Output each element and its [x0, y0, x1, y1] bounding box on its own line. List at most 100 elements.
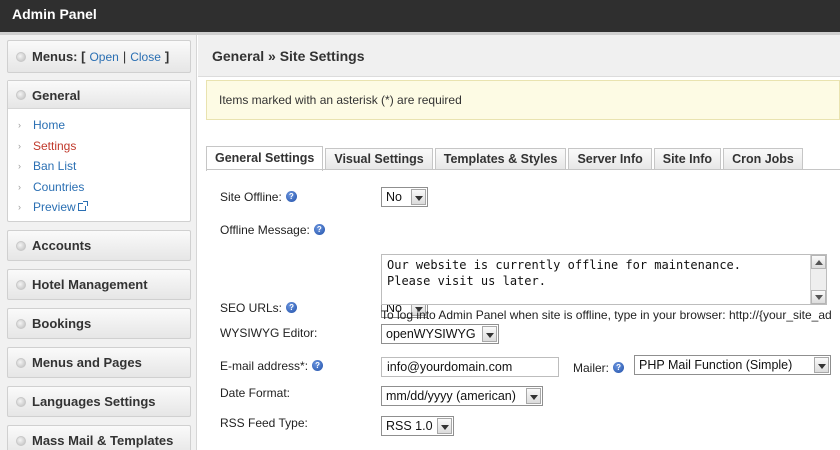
select-value: RSS 1.0 [386, 419, 433, 433]
page-header: General » Site Settings [198, 35, 840, 77]
help-icon[interactable]: ? [285, 191, 297, 202]
general-header[interactable]: General [8, 81, 190, 109]
chevron-down-icon [437, 418, 452, 434]
section-title: Accounts [32, 238, 92, 253]
sidebar-item-label[interactable]: Countries [33, 180, 84, 194]
bullet-icon [16, 51, 26, 62]
sidebar-section-hotel-management[interactable]: Hotel Management [7, 269, 191, 300]
label-text: E-mail address [220, 359, 301, 373]
label-text: SEO URLs: [220, 301, 283, 315]
sidebar-item-settings[interactable]: › Settings [16, 136, 86, 157]
bullet-icon [16, 435, 26, 446]
arrow-icon: › [18, 120, 21, 130]
scroll-up-icon[interactable] [811, 255, 826, 269]
sidebar-item-preview[interactable]: › Preview [16, 197, 88, 218]
sidebar-section-languages-settings[interactable]: Languages Settings [7, 386, 191, 417]
menus-end: ] [164, 49, 170, 64]
tab-visual-settings[interactable]: Visual Settings [325, 148, 433, 170]
textarea-scrollbar[interactable] [810, 255, 826, 304]
sidebar-section-menus-and-pages[interactable]: Menus and Pages [7, 347, 191, 378]
section-title: Mass Mail & Templates [32, 433, 174, 448]
app-title-bar: Admin Panel [0, 0, 840, 32]
menus-open-link[interactable]: Open [89, 50, 118, 64]
chevron-down-icon [526, 388, 541, 404]
chevron-down-icon [482, 326, 497, 342]
section-title: Bookings [32, 316, 92, 331]
sidebar-item-countries[interactable]: › Countries [16, 177, 86, 198]
email-field[interactable]: info@yourdomain.com [381, 357, 559, 377]
arrow-icon: › [18, 161, 21, 171]
textarea-value: Our website is currently offline for mai… [387, 258, 742, 288]
required-notice: Items marked with an asterisk (*) are re… [206, 80, 840, 120]
help-icon[interactable]: ? [313, 224, 325, 235]
menus-separator: | [122, 49, 127, 64]
menus-close-link[interactable]: Close [130, 50, 161, 64]
seo-urls-label: SEO URLs:? [220, 301, 298, 315]
sidebar-section-bookings[interactable]: Bookings [7, 308, 191, 339]
section-title: Languages Settings [32, 394, 156, 409]
email-label: E-mail address*:? [220, 359, 324, 373]
section-title: Hotel Management [32, 277, 148, 292]
mailer-label: Mailer:? [573, 361, 625, 375]
wysiwyg-select[interactable]: openWYSIWYG [381, 324, 499, 344]
external-link-icon [77, 201, 88, 211]
main-content: General » Site Settings Items marked wit… [198, 35, 840, 450]
label-text: Mailer: [573, 361, 610, 375]
page-title: General » Site Settings [212, 48, 365, 64]
site-offline-label: Site Offline:? [220, 190, 297, 204]
help-icon[interactable]: ? [613, 362, 625, 373]
sidebar-item-label[interactable]: Preview [33, 200, 76, 214]
offline-login-hint: To log into Admin Panel when site is off… [381, 308, 832, 322]
bullet-icon [16, 357, 26, 368]
arrow-icon: › [18, 181, 21, 192]
arrow-icon: › [18, 202, 21, 212]
menus-label: Menus: [ [32, 49, 86, 64]
select-value: mm/dd/yyyy (american) [386, 389, 516, 403]
rss-feed-label: RSS Feed Type: [220, 416, 308, 430]
help-icon[interactable]: ? [312, 360, 324, 371]
label-text: Offline Message: [220, 223, 310, 237]
chevron-down-icon [411, 189, 426, 205]
sidebar-item-label[interactable]: Home [33, 118, 65, 132]
general-section: General › Home › Settings › Ban List › Count… [7, 80, 191, 222]
bullet-icon [16, 396, 26, 407]
tab-site-info[interactable]: Site Info [653, 148, 722, 170]
menus-title: Menus: [ Open | Close ] [32, 41, 169, 72]
date-format-select[interactable]: mm/dd/yyyy (american) [381, 386, 543, 406]
tab-templates-styles[interactable]: Templates & Styles [434, 148, 567, 170]
general-submenu: › Home › Settings › Ban List › Countries › Pr… [16, 115, 88, 218]
section-title: Menus and Pages [32, 355, 142, 370]
date-format-label: Date Format: [220, 386, 291, 400]
rss-feed-select[interactable]: RSS 1.0 [381, 416, 454, 436]
sidebar-item-label[interactable]: Ban List [33, 159, 76, 173]
help-icon[interactable]: ? [286, 302, 298, 313]
wysiwyg-label: WYSIWYG Editor: [220, 326, 318, 340]
bullet-icon [16, 90, 26, 100]
tab-server-info[interactable]: Server Info [568, 148, 652, 170]
sidebar-item-home[interactable]: › Home [16, 115, 86, 136]
select-value: openWYSIWYG [386, 327, 476, 341]
sidebar-item-ban-list[interactable]: › Ban List [16, 156, 86, 177]
sidebar: Menus: [ Open | Close ] General › Home › S… [0, 35, 197, 450]
scroll-down-icon[interactable] [811, 290, 826, 304]
select-value: No [386, 190, 402, 204]
select-value: PHP Mail Function (Simple) [639, 358, 793, 372]
sidebar-item-label[interactable]: Settings [33, 139, 76, 153]
input-value: info@yourdomain.com [387, 360, 513, 374]
tab-cron-jobs[interactable]: Cron Jobs [723, 148, 803, 170]
bullet-icon [16, 279, 26, 290]
site-offline-select[interactable]: No [381, 187, 428, 207]
tab-general-settings[interactable]: General Settings [206, 146, 324, 171]
general-title: General [32, 87, 81, 103]
offline-message-textarea[interactable]: Our website is currently offline for mai… [381, 254, 827, 305]
app-title: Admin Panel [12, 6, 97, 22]
menus-box: Menus: [ Open | Close ] [7, 40, 191, 73]
arrow-icon: › [18, 140, 21, 151]
settings-tabs: General Settings Visual Settings Templat… [206, 146, 805, 171]
mailer-select[interactable]: PHP Mail Function (Simple) [634, 355, 831, 375]
offline-message-label: Offline Message:? [220, 223, 325, 237]
required-asterisk: *: [300, 359, 309, 373]
label-text: Site Offline: [220, 190, 282, 204]
sidebar-section-accounts[interactable]: Accounts [7, 230, 191, 261]
sidebar-section-mass-mail[interactable]: Mass Mail & Templates [7, 425, 191, 450]
